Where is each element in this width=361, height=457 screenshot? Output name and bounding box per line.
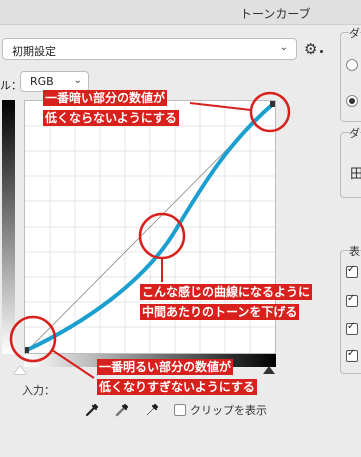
shadow-annotation-circle [9, 315, 57, 363]
highlight-annotation-circle [249, 91, 291, 133]
annotation-middle-line1: こんな感じの曲線になるように [140, 284, 313, 300]
shadow-leader-line [51, 349, 95, 379]
annotation-top-line1: 一番暗い部分の数値が [43, 90, 168, 106]
annotation-bottom-line1: 一番明るい部分の数値が [97, 359, 234, 375]
annotation-middle-line2: 中間あたりのトーンを下げる [140, 304, 300, 320]
annotation-bottom: 一番明るい部分の数値が 低くなりすぎないようにする [97, 357, 257, 397]
midtone-annotation-circle [138, 212, 186, 260]
highlight-leader-line [189, 102, 252, 111]
annotation-top: 一番暗い部分の数値が 低くならないようにする [43, 88, 179, 128]
annotation-middle: こんな感じの曲線になるように 中間あたりのトーンを下げる [140, 282, 313, 322]
annotation-bottom-line2: 低くなりすぎないようにする [97, 379, 257, 395]
annotation-top-line2: 低くならないようにする [43, 110, 179, 126]
